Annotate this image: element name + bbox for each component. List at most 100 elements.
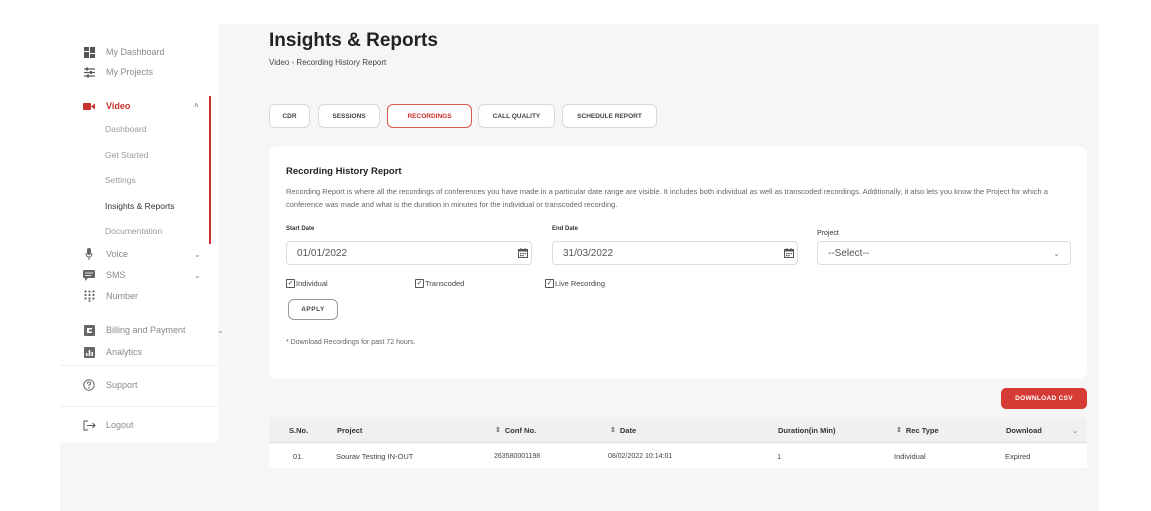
chevron-up-icon[interactable]: ^ bbox=[194, 102, 199, 111]
sidebar-item-label: My Dashboard bbox=[106, 47, 165, 57]
report-filter-card: Recording History Report Recording Repor… bbox=[269, 146, 1087, 379]
cell-project: Sourav Testing IN-OUT bbox=[336, 451, 414, 461]
project-select-value: --Select-- bbox=[828, 247, 870, 259]
transcoded-checkbox[interactable]: ✓ Transcoded bbox=[415, 279, 464, 288]
column-header-project[interactable]: Project bbox=[337, 417, 362, 443]
sort-icon: ⇕ bbox=[896, 427, 902, 434]
column-header-duration[interactable]: Duration(in Min) bbox=[778, 417, 836, 443]
card-title: Recording History Report bbox=[286, 166, 402, 177]
chevron-down-icon[interactable]: ⌄ bbox=[217, 326, 224, 335]
sidebar-item-billing[interactable]: Billing and Payment ⌄ bbox=[82, 322, 224, 338]
tab-call-quality[interactable]: CALL QUALITY bbox=[478, 104, 555, 128]
end-date-field[interactable]: 31/03/2022 bbox=[552, 241, 798, 265]
dashboard-icon bbox=[82, 46, 96, 58]
sidebar-item-label: Support bbox=[106, 380, 138, 390]
divider bbox=[60, 406, 218, 407]
help-circle-icon bbox=[82, 379, 96, 391]
video-camera-icon bbox=[82, 100, 96, 112]
dialpad-icon bbox=[82, 290, 96, 302]
column-header-label: Date bbox=[619, 425, 637, 435]
page-title: Insights & Reports bbox=[269, 30, 438, 51]
sort-icon: ⇕ bbox=[495, 427, 501, 434]
column-header-date[interactable]: ⇕ Date bbox=[610, 417, 636, 443]
sidebar-item-label: Logout bbox=[106, 420, 134, 430]
table-header: S.No. Project ⇕ Conf No. ⇕ Date Duration… bbox=[269, 417, 1087, 443]
card-description: Recording Report is where all the record… bbox=[286, 187, 1048, 209]
sidebar-item-label: SMS bbox=[106, 270, 126, 280]
sidebar-item-label: Video bbox=[106, 101, 131, 111]
app-shell: My Dashboard My Projects Video ^ Dashboa… bbox=[60, 24, 1099, 511]
end-date-value: 31/03/2022 bbox=[563, 247, 614, 259]
active-section-indicator bbox=[209, 96, 211, 244]
calendar-icon[interactable] bbox=[784, 248, 794, 258]
sidebar-item-my-projects[interactable]: My Projects bbox=[82, 64, 153, 80]
cell-download[interactable]: Expired bbox=[1005, 444, 1030, 468]
sort-icon: ⇕ bbox=[610, 427, 616, 434]
sidebar-subitem-dashboard[interactable]: Dashboard bbox=[105, 124, 147, 134]
projects-icon bbox=[82, 66, 96, 78]
sidebar-item-label: My Projects bbox=[106, 67, 154, 77]
calendar-icon[interactable] bbox=[518, 248, 528, 258]
sidebar: My Dashboard My Projects Video ^ Dashboa… bbox=[60, 24, 224, 443]
sidebar-item-support[interactable]: Support bbox=[82, 377, 138, 393]
start-date-label: Start Date bbox=[286, 226, 315, 232]
chevron-down-icon: ⌄ bbox=[1053, 248, 1060, 258]
tab-sessions[interactable]: SESSIONS bbox=[318, 104, 380, 128]
column-header-rec-type[interactable]: ⇕ Rec Type bbox=[896, 417, 939, 443]
cell-conf-no: 263580001198 bbox=[494, 452, 541, 460]
cell-duration: 1 bbox=[777, 451, 782, 461]
column-header-conf-no[interactable]: ⇕ Conf No. bbox=[495, 417, 536, 443]
checkmark-icon: ✓ bbox=[286, 279, 295, 288]
sidebar-subitem-settings[interactable]: Settings bbox=[105, 175, 136, 185]
sidebar-item-my-dashboard[interactable]: My Dashboard bbox=[82, 44, 165, 60]
sidebar-subitem-documentation[interactable]: Documentation bbox=[105, 226, 162, 236]
download-note: * Download Recordings for past 72 hours. bbox=[286, 339, 416, 346]
sidebar-item-label: Voice bbox=[106, 249, 129, 259]
sidebar-item-label: Analytics bbox=[106, 347, 143, 357]
sidebar-subitem-insights-reports[interactable]: Insights & Reports bbox=[105, 201, 174, 211]
project-label: Project bbox=[817, 230, 839, 237]
divider bbox=[60, 365, 218, 366]
chevron-down-icon[interactable]: ⌄ bbox=[194, 271, 201, 280]
sidebar-item-voice[interactable]: Voice ⌄ bbox=[82, 246, 201, 262]
sidebar-item-analytics[interactable]: Analytics bbox=[82, 344, 142, 360]
start-date-field[interactable]: 01/01/2022 bbox=[286, 241, 532, 265]
sidebar-item-label: Number bbox=[106, 291, 139, 301]
start-date-value: 01/01/2022 bbox=[297, 247, 348, 259]
checkbox-label: Live Recording bbox=[555, 279, 606, 288]
column-header-label: Rec Type bbox=[905, 425, 939, 435]
table-row[interactable]: 01. Sourav Testing IN-OUT 263580001198 0… bbox=[269, 444, 1087, 468]
end-date-label: End Date bbox=[552, 226, 579, 232]
sidebar-item-video[interactable]: Video ^ bbox=[82, 98, 199, 114]
sidebar-item-label: Billing and Payment bbox=[106, 325, 186, 335]
column-header-sno[interactable]: S.No. bbox=[289, 417, 308, 443]
checkmark-icon: ✓ bbox=[545, 279, 554, 288]
column-header-download[interactable]: Download bbox=[1006, 417, 1042, 443]
cell-sno: 01. bbox=[293, 451, 304, 461]
tab-recordings[interactable]: RECORDINGS bbox=[387, 104, 472, 128]
project-select[interactable]: --Select-- ⌄ bbox=[817, 241, 1071, 265]
chevron-down-icon[interactable]: ⌄ bbox=[1072, 417, 1078, 443]
column-header-label: Conf No. bbox=[504, 425, 537, 435]
apply-button[interactable]: APPLY bbox=[288, 299, 338, 320]
tab-schedule-report[interactable]: SCHEDULE REPORT bbox=[562, 104, 657, 128]
sidebar-subitem-get-started[interactable]: Get Started bbox=[105, 150, 148, 160]
download-csv-button[interactable]: DOWNLOAD CSV bbox=[1001, 388, 1087, 409]
cell-date: 08/02/2022 10:14:01 bbox=[608, 452, 673, 460]
chevron-down-icon[interactable]: ⌄ bbox=[194, 250, 201, 259]
checkmark-icon: ✓ bbox=[415, 279, 424, 288]
live-recording-checkbox[interactable]: ✓ Live Recording bbox=[545, 279, 605, 288]
cell-rec-type: Individual bbox=[894, 451, 926, 461]
sidebar-item-sms[interactable]: SMS ⌄ bbox=[82, 267, 201, 283]
checkbox-label: Transcoded bbox=[425, 279, 465, 288]
sidebar-item-logout[interactable]: Logout bbox=[82, 417, 134, 433]
checkbox-label: Individual bbox=[296, 279, 328, 288]
sidebar-item-number[interactable]: Number bbox=[82, 288, 138, 304]
bar-chart-icon bbox=[82, 346, 96, 358]
page-subtitle: Video - Recording History Report bbox=[269, 58, 387, 67]
individual-checkbox[interactable]: ✓ Individual bbox=[286, 279, 328, 288]
microphone-icon bbox=[82, 248, 96, 260]
tab-cdr[interactable]: CDR bbox=[269, 104, 310, 128]
logout-icon bbox=[82, 419, 96, 431]
chat-bubble-icon bbox=[82, 269, 96, 281]
